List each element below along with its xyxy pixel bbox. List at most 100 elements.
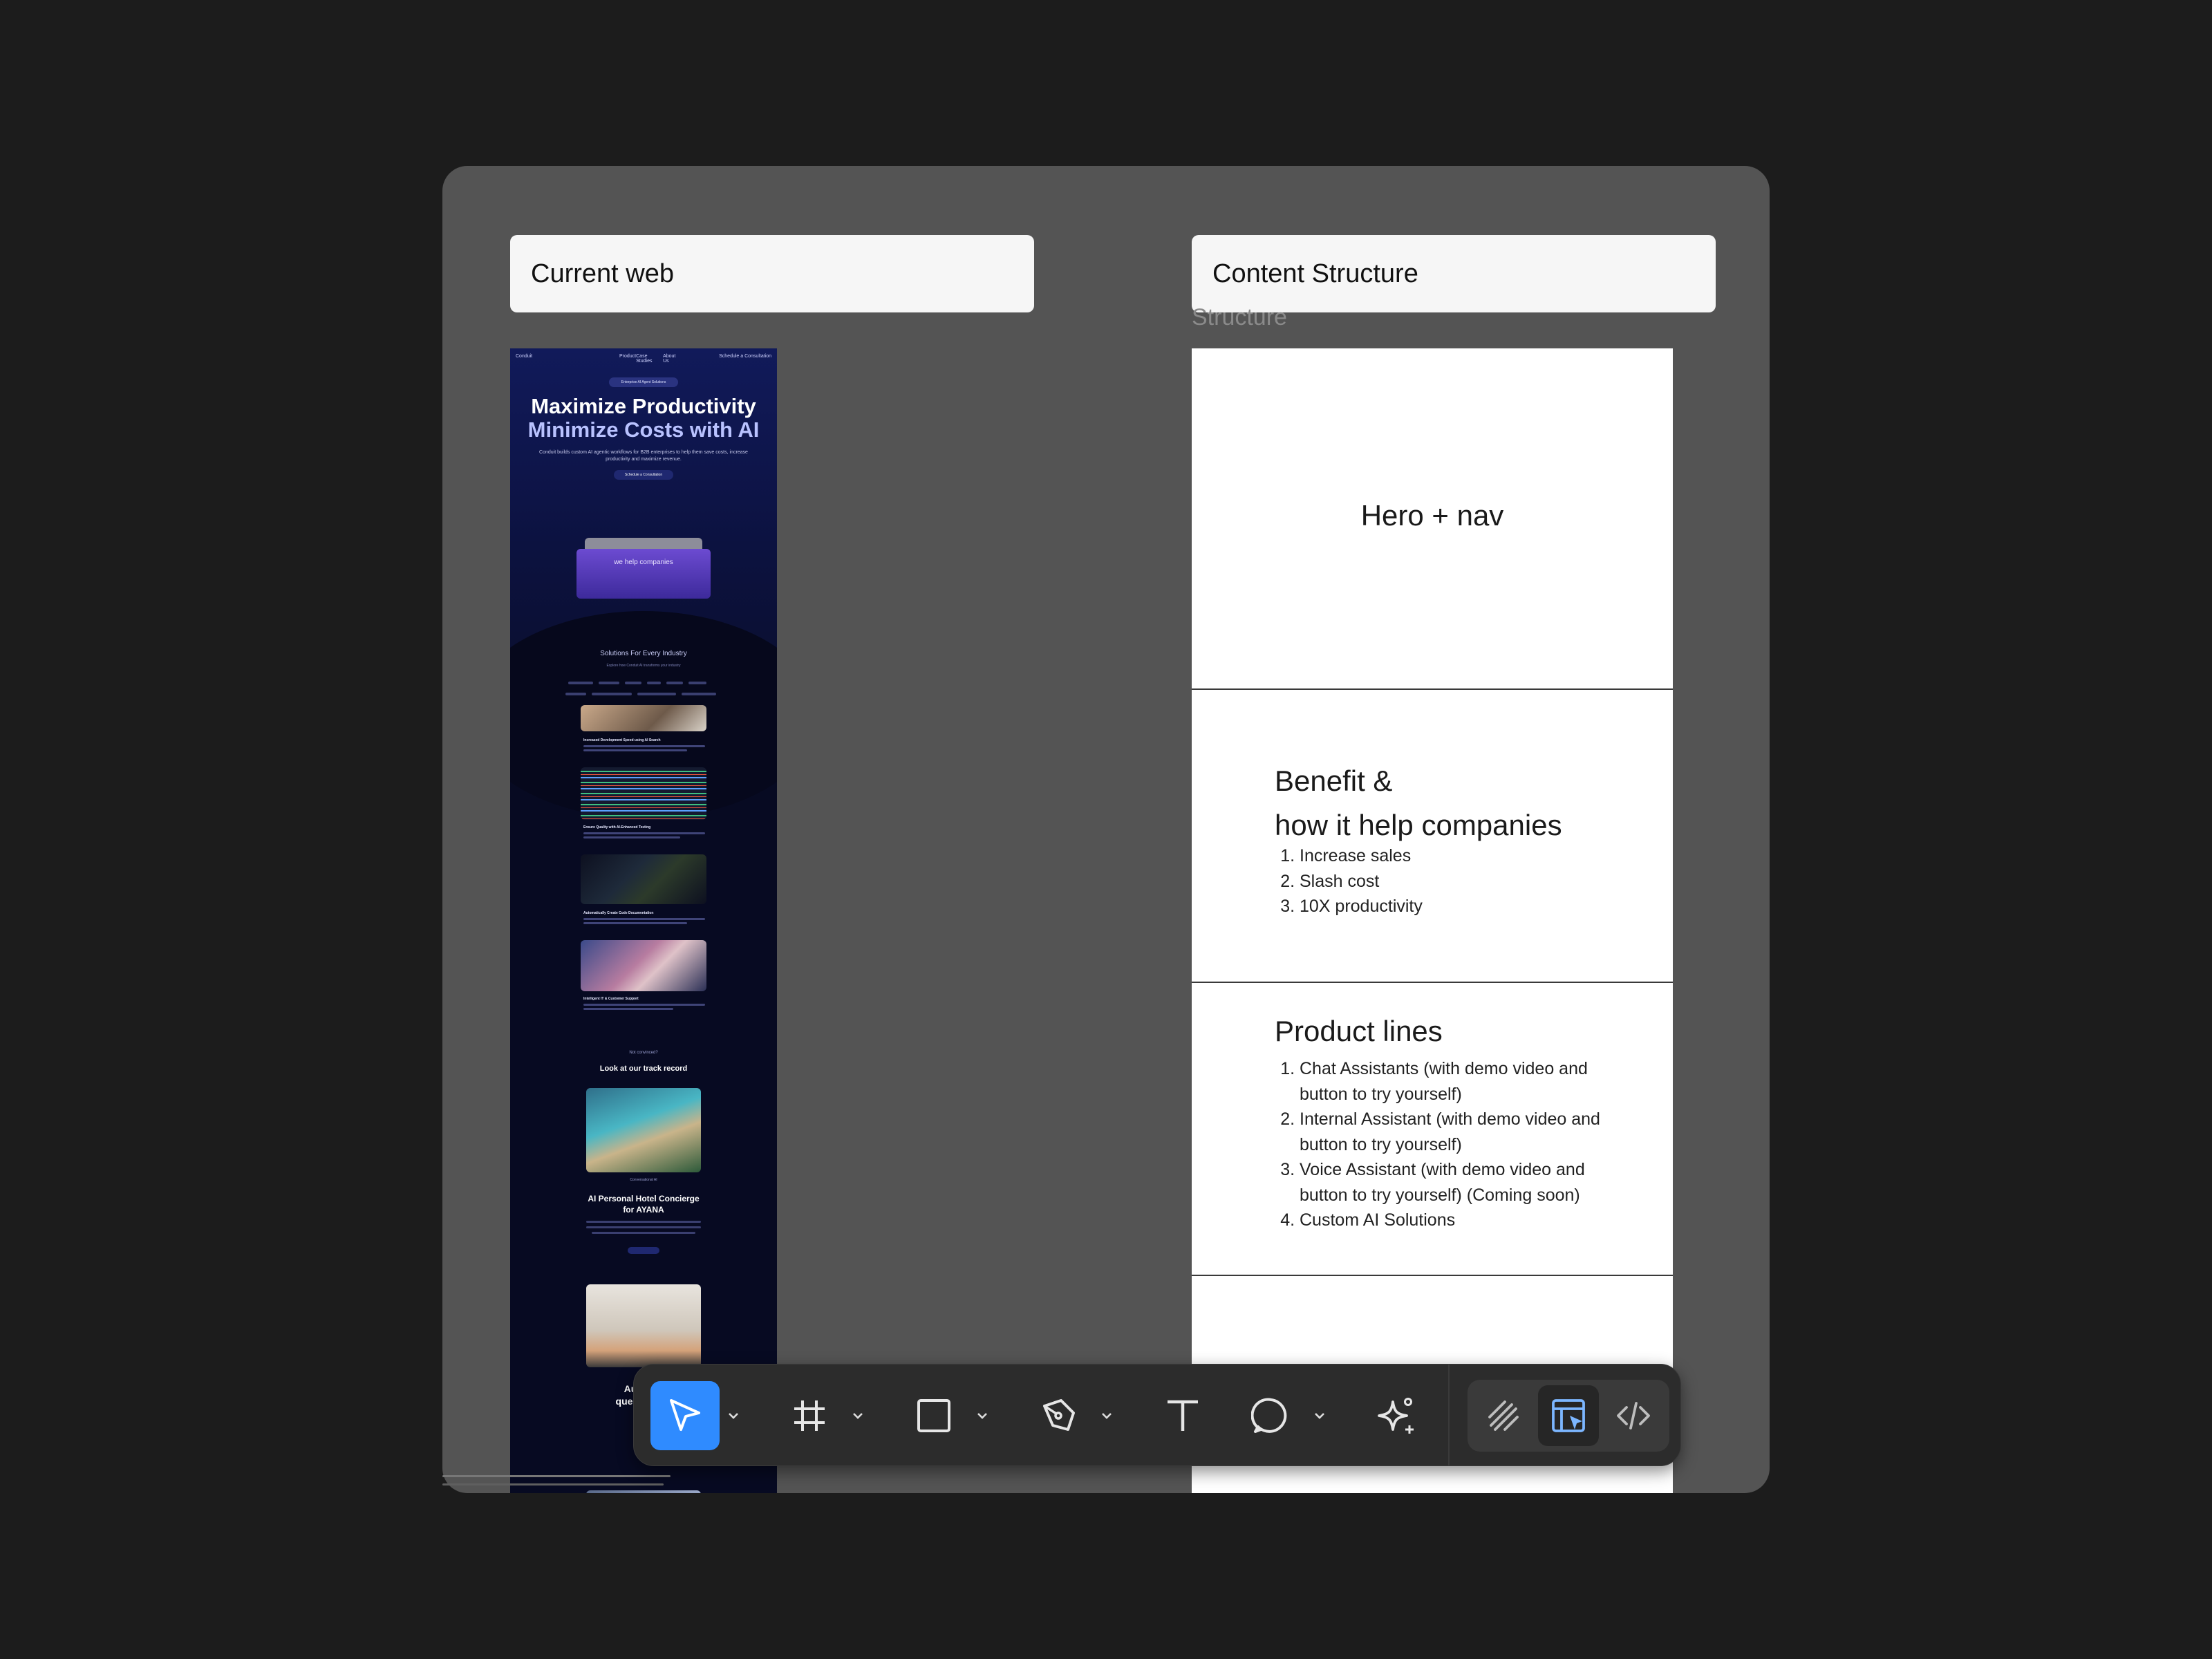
site-case-text: [583, 922, 687, 924]
site-case-text: [583, 918, 705, 920]
rectangle-tool-button[interactable]: [899, 1381, 968, 1450]
list-item: Voice Assistant (with demo video and but…: [1300, 1157, 1618, 1208]
site-read-more-button: [628, 1247, 659, 1254]
frame-name-ghost: Structure: [1192, 304, 1287, 330]
code-brackets-icon: [1617, 1402, 1650, 1430]
site-solutions-sub: Explore how Conduit AI transforms your i…: [606, 664, 681, 668]
site-case-text: [592, 1232, 695, 1234]
figma-canvas[interactable]: Current web Content Structure Structure …: [442, 166, 1770, 1493]
list-item: 10X productivity: [1300, 894, 1618, 919]
structure-section-benefit[interactable]: Benefit & how it help companies Increase…: [1192, 690, 1673, 983]
site-case-title-2: for AYANA: [623, 1205, 664, 1215]
bottom-toolbar: [633, 1364, 1681, 1466]
list-item: Slash cost: [1300, 869, 1618, 894]
pen-nib-icon: [1043, 1399, 1075, 1431]
move-tool-button[interactable]: [650, 1381, 720, 1450]
site-brand: Conduit: [516, 354, 533, 359]
mode-switcher: [1468, 1380, 1669, 1452]
site-case-caption: Increased Development Speed using AI Sea…: [583, 738, 661, 742]
site-case-image: [586, 1088, 701, 1172]
rectangle-icon: [917, 1399, 950, 1432]
frame-tool-button[interactable]: [775, 1381, 844, 1450]
comment-tool-dropdown[interactable]: [1307, 1381, 1332, 1450]
horizontal-scrollbar[interactable]: [442, 1475, 671, 1477]
site-case-image: [586, 1490, 701, 1493]
list-item: Custom AI Solutions: [1300, 1208, 1618, 1233]
move-tool-dropdown[interactable]: [721, 1381, 746, 1450]
chevron-down-icon: [977, 1413, 987, 1419]
site-case-image: [586, 1284, 701, 1367]
list-item: Increase sales: [1300, 843, 1618, 869]
site-cta-button: Schedule a Consultation: [614, 470, 673, 480]
site-nav-cta: Schedule a Consultation: [719, 354, 771, 359]
chevron-down-icon: [1102, 1413, 1112, 1419]
list-item: Internal Assistant (with demo video and …: [1300, 1107, 1618, 1157]
dev-mode-button[interactable]: [1603, 1385, 1664, 1446]
design-mode-button[interactable]: [1538, 1385, 1599, 1446]
site-case-text: [583, 749, 687, 751]
site-industry-tabs: [559, 679, 729, 700]
site-case-caption: Intelligent IT & Customer Support: [583, 997, 639, 1001]
comment-bubble-icon: [1251, 1398, 1287, 1433]
frame-tool-dropdown[interactable]: [845, 1381, 870, 1450]
frame-label-content-structure[interactable]: Content Structure: [1192, 235, 1716, 312]
draw-mode-button[interactable]: [1473, 1385, 1534, 1446]
structure-hero-label: Hero + nav: [1360, 499, 1504, 532]
site-nav-links: Product Case Studies About Us: [619, 354, 682, 364]
rectangle-tool-dropdown[interactable]: [970, 1381, 995, 1450]
structure-section-hero[interactable]: Hero + nav: [1192, 348, 1673, 690]
site-case-text: [583, 1008, 673, 1010]
site-headline-2: Minimize Costs with AI: [527, 418, 760, 442]
site-case-image: [581, 854, 706, 904]
site-case-text: [586, 1221, 701, 1223]
site-track-small: Not convinced?: [629, 1051, 658, 1055]
site-nav-link: Product: [619, 354, 637, 359]
frame-label-text: Current web: [531, 259, 674, 288]
site-case-text: [583, 832, 705, 834]
site-case-text: [583, 745, 705, 747]
text-tool-button[interactable]: [1148, 1381, 1217, 1450]
site-case-title-1: AI Personal Hotel Concierge: [588, 1194, 700, 1203]
structure-products-list: Chat Assistants (with demo video and but…: [1275, 1056, 1618, 1233]
ai-actions-button[interactable]: [1361, 1381, 1430, 1450]
site-case-small: Conversational AI: [630, 1178, 657, 1182]
structure-benefit-title: Benefit & how it help companies: [1275, 759, 1562, 847]
text-t-icon: [1168, 1400, 1198, 1431]
frame-label-current-web[interactable]: Current web: [510, 235, 1034, 312]
toolbar-divider: [1448, 1365, 1450, 1465]
cursor-arrow-icon: [670, 1399, 700, 1431]
pen-tool-button[interactable]: [1024, 1381, 1093, 1450]
site-nav: Conduit Product Case Studies About Us Sc…: [516, 353, 771, 364]
content-structure-frame[interactable]: Hero + nav Benefit & how it help compani…: [1192, 348, 1673, 1493]
structure-benefit-title-2: how it help companies: [1275, 809, 1562, 841]
current-web-frame[interactable]: Conduit Product Case Studies About Us Sc…: [510, 348, 777, 1493]
chevron-down-icon: [1315, 1413, 1324, 1419]
site-case-text: [586, 1226, 701, 1228]
site-pill: Enterprise AI Agent Solutions: [609, 377, 678, 387]
list-item: Chat Assistants (with demo video and but…: [1300, 1056, 1618, 1107]
horizontal-scrollbar-track: [442, 1483, 664, 1485]
structure-benefit-list: Increase sales Slash cost 10X productivi…: [1275, 843, 1618, 919]
site-track-title: Look at our track record: [599, 1065, 688, 1073]
design-layout-icon: [1552, 1399, 1585, 1432]
site-case-caption: Automatically Create Code Documentation: [583, 911, 654, 915]
site-subtext: Conduit builds custom AI agentic workflo…: [539, 450, 748, 462]
frame-hash-icon: [794, 1400, 825, 1431]
site-case-text: [583, 836, 680, 838]
structure-section-products[interactable]: Product lines Chat Assistants (with demo…: [1192, 983, 1673, 1276]
pen-tool-dropdown[interactable]: [1094, 1381, 1119, 1450]
site-card: we help companies: [577, 549, 711, 599]
site-case-title: AI Personal Hotel Concierge for AYANA: [510, 1193, 777, 1215]
site-solutions-title: Solutions For Every Industry: [600, 650, 687, 657]
comment-tool-button[interactable]: [1237, 1381, 1306, 1450]
structure-products-title: Product lines: [1275, 1015, 1443, 1047]
site-nav-link: Case Studies: [636, 354, 653, 364]
site-case-image: [581, 705, 706, 731]
draw-squiggle-icon: [1488, 1400, 1519, 1431]
sparkle-icon: [1378, 1398, 1414, 1434]
frame-label-text: Content Structure: [1212, 259, 1418, 288]
chevron-down-icon: [729, 1413, 738, 1419]
chevron-down-icon: [853, 1413, 863, 1419]
site-nav-link: About Us: [663, 354, 676, 364]
site-case-image: [581, 767, 706, 820]
